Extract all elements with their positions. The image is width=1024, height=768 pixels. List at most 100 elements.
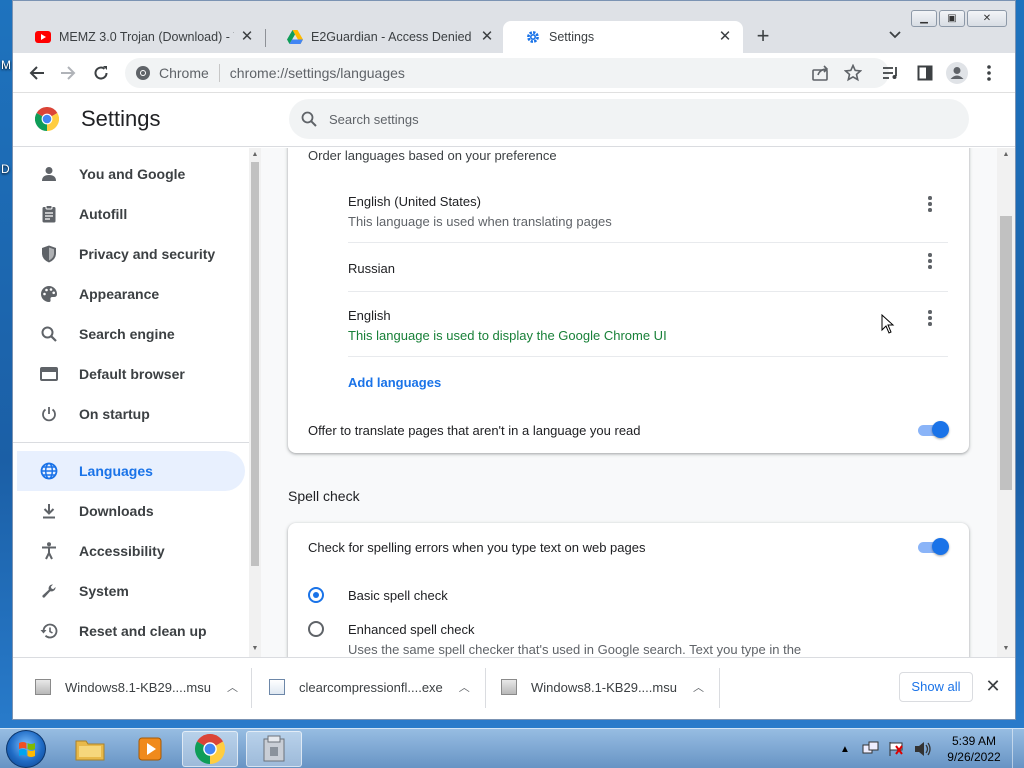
sidebar-item-label: Downloads: [79, 503, 154, 519]
radio-description: Uses the same spell checker that's used …: [348, 642, 802, 657]
sidebar-item-downloads[interactable]: Downloads: [17, 491, 245, 531]
person-icon: [39, 164, 59, 184]
volume-icon[interactable]: [914, 741, 932, 757]
sidebar-item-reset[interactable]: Reset and clean up: [17, 611, 245, 651]
share-icon[interactable]: [809, 61, 833, 85]
enhanced-spell-check-radio[interactable]: [308, 621, 324, 637]
language-divider: [348, 242, 948, 243]
download-filename: Windows8.1-KB29....msu: [65, 679, 211, 695]
sidebar-item-label: You and Google: [79, 166, 186, 182]
close-download-shelf-icon[interactable]: ✕: [983, 676, 1003, 696]
side-panel-icon[interactable]: [913, 61, 937, 85]
taskbar-explorer[interactable]: [62, 731, 118, 767]
scroll-down-arrow-icon[interactable]: ▼: [1002, 645, 1010, 653]
sidebar-item-privacy[interactable]: Privacy and security: [17, 234, 245, 274]
show-all-downloads-button[interactable]: Show all: [899, 672, 973, 702]
site-info-chip[interactable]: Chrome: [135, 64, 220, 82]
bookmark-star-icon[interactable]: [841, 61, 865, 85]
settings-search-input[interactable]: [329, 111, 929, 127]
settings-search-box[interactable]: [289, 99, 969, 139]
action-center-flag-icon[interactable]: [888, 741, 906, 757]
language-more-icon[interactable]: [920, 194, 940, 214]
start-button[interactable]: [6, 730, 46, 768]
more-menu-icon[interactable]: [977, 61, 1001, 85]
chevron-up-icon[interactable]: ︿: [227, 679, 238, 695]
reading-list-icon[interactable]: [879, 61, 903, 85]
sidebar: You and Google Autofill Privacy and secu…: [13, 148, 261, 657]
system-tray: ▲: [840, 729, 932, 768]
reload-icon[interactable]: [89, 61, 113, 85]
language-more-icon[interactable]: [920, 251, 940, 271]
network-icon[interactable]: [862, 741, 880, 757]
tab-search-chevron-icon[interactable]: [885, 27, 905, 47]
sidebar-item-search-engine[interactable]: Search engine: [17, 314, 245, 354]
settings-main: Order languages based on your preference…: [261, 148, 997, 657]
exe-file-icon: [269, 679, 285, 695]
scroll-down-arrow-icon[interactable]: ▼: [251, 645, 259, 653]
sidebar-item-languages[interactable]: Languages: [17, 451, 245, 491]
offer-translate-toggle[interactable]: [916, 421, 950, 438]
close-tab-icon[interactable]: ✕: [479, 29, 495, 45]
profile-avatar-icon[interactable]: [945, 61, 969, 85]
sidebar-divider: [13, 442, 249, 443]
download-separator: [251, 668, 252, 708]
scroll-up-arrow-icon[interactable]: ▲: [251, 151, 259, 159]
download-separator: [719, 668, 720, 708]
spell-check-toggle[interactable]: [916, 538, 950, 555]
sidebar-item-you-and-google[interactable]: You and Google: [17, 154, 245, 194]
sidebar-item-default-browser[interactable]: Default browser: [17, 354, 245, 394]
toolbar: Chrome chrome://settings/languages: [13, 53, 1015, 93]
scroll-up-arrow-icon[interactable]: ▲: [1002, 151, 1010, 159]
sidebar-scroll-thumb[interactable]: [251, 162, 259, 566]
forward-arrow-icon[interactable]: [56, 61, 80, 85]
tab-memz[interactable]: MEMZ 3.0 Trojan (Download) - Yo ✕: [13, 21, 265, 53]
new-tab-button[interactable]: +: [751, 25, 775, 49]
url-text: chrome://settings/languages: [229, 65, 405, 81]
tab-settings[interactable]: Settings ✕: [503, 21, 743, 53]
sidebar-item-autofill[interactable]: Autofill: [17, 194, 245, 234]
language-divider: [348, 291, 948, 292]
taskbar-media-player[interactable]: [122, 731, 178, 767]
settings-header: Settings: [13, 93, 1015, 147]
maximize-button[interactable]: ▣: [939, 10, 965, 27]
chevron-up-icon[interactable]: ︿: [459, 679, 470, 695]
sidebar-item-on-startup[interactable]: On startup: [17, 394, 245, 434]
language-note: This language is used when translating p…: [348, 214, 612, 229]
settings-gear-icon: [525, 29, 541, 45]
basic-spell-check-radio[interactable]: [308, 587, 324, 603]
chrome-site-icon: [136, 66, 150, 80]
address-bar[interactable]: Chrome chrome://settings/languages: [125, 58, 889, 88]
main-scrollbar[interactable]: ▲ ▼: [997, 148, 1015, 657]
add-languages-link[interactable]: Add languages: [348, 375, 441, 390]
close-window-button[interactable]: ✕: [967, 10, 1007, 27]
minimize-button[interactable]: ▁: [911, 10, 937, 27]
show-hidden-icons-icon[interactable]: ▲: [840, 744, 850, 755]
download-item[interactable]: Windows8.1-KB29....msu ︿: [35, 672, 238, 702]
tab-e2guardian[interactable]: E2Guardian - Access Denied ✕: [265, 21, 505, 53]
spell-check-heading: Spell check: [288, 488, 360, 504]
offer-translate-label: Offer to translate pages that aren't in …: [308, 423, 641, 438]
sidebar-item-label: Autofill: [79, 206, 128, 222]
download-item[interactable]: clearcompressionfl....exe ︿: [269, 672, 470, 702]
language-more-icon[interactable]: [920, 308, 940, 328]
taskbar-installer[interactable]: [246, 731, 302, 767]
main-scroll-thumb[interactable]: [1000, 216, 1012, 490]
sidebar-scrollbar[interactable]: ▲ ▼: [249, 148, 261, 657]
sidebar-item-system[interactable]: System: [17, 571, 245, 611]
chevron-up-icon[interactable]: ︿: [693, 679, 704, 695]
close-tab-icon[interactable]: ✕: [239, 29, 255, 45]
sidebar-item-accessibility[interactable]: Accessibility: [17, 531, 245, 571]
sidebar-item-appearance[interactable]: Appearance: [17, 274, 245, 314]
show-desktop-button[interactable]: [1012, 729, 1024, 768]
installer-file-icon: [501, 679, 517, 695]
download-item[interactable]: Windows8.1-KB29....msu ︿: [501, 672, 704, 702]
search-icon: [39, 324, 59, 344]
language-name: Russian: [348, 261, 395, 276]
taskbar-chrome[interactable]: [182, 731, 238, 767]
tab-title: E2Guardian - Access Denied: [311, 30, 472, 44]
back-arrow-icon[interactable]: [25, 61, 49, 85]
system-clock[interactable]: 5:39 AM 9/26/2022: [940, 733, 1008, 765]
windows-taskbar: ▲ 5:39 AM 9/26/2022: [0, 728, 1024, 768]
close-tab-icon[interactable]: ✕: [717, 29, 733, 45]
shield-icon: [39, 244, 59, 264]
